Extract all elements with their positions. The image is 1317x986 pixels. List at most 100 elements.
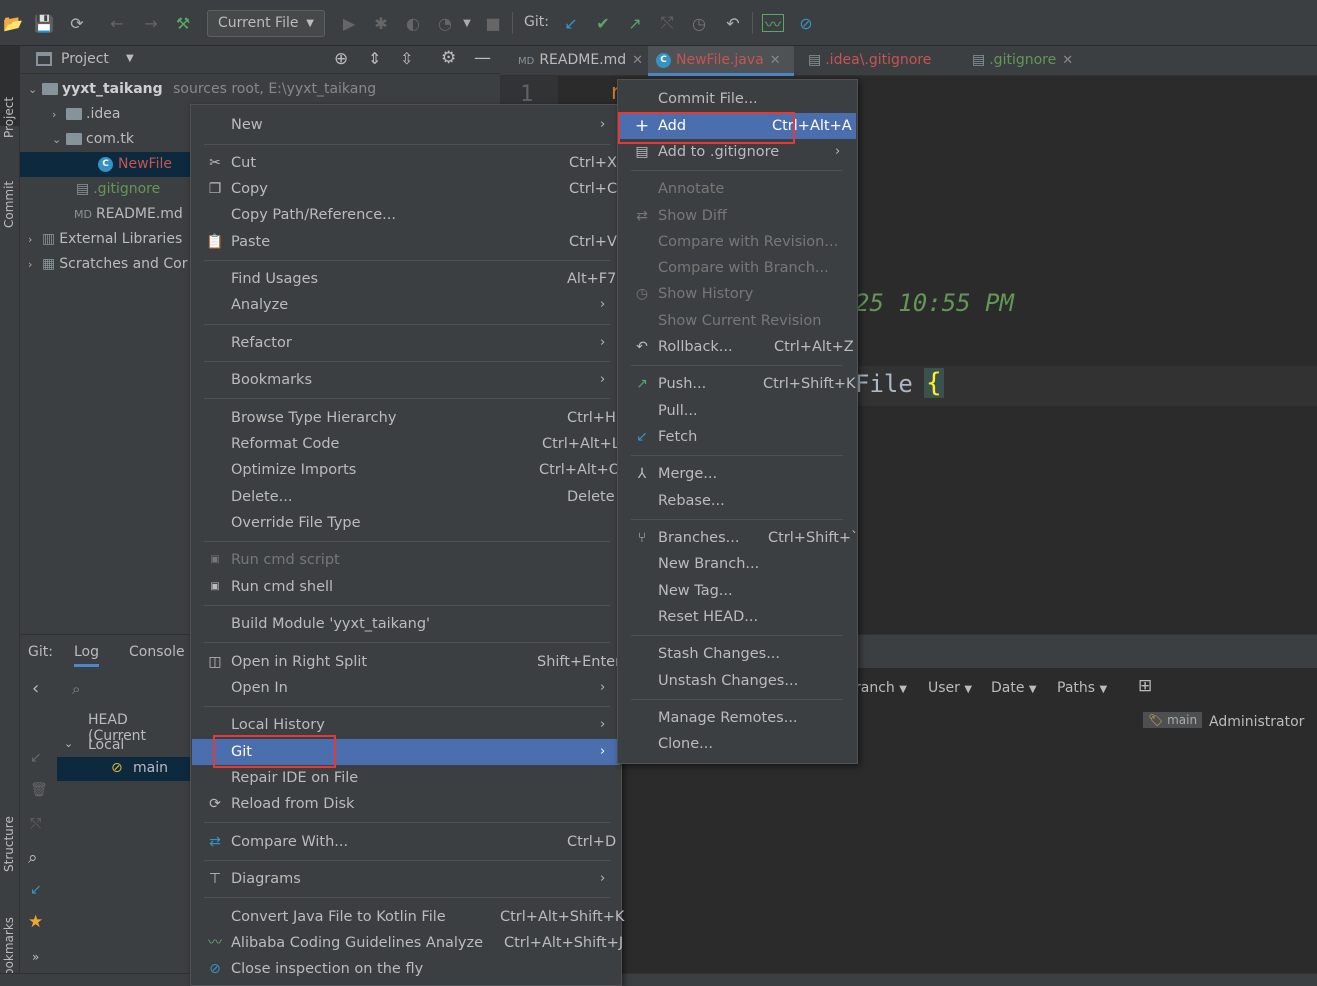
update-icon[interactable]: ↙ [30,750,42,766]
git-item-push[interactable]: ↗ Push... Ctrl+Shift+K [619,371,856,397]
menu-item-run-cmd-shell[interactable]: ▣ Run cmd shell [192,574,620,600]
locate-target-icon[interactable]: ⊕ [334,49,348,69]
tab-console[interactable]: Console [129,644,185,660]
git-item-unstash-changes[interactable]: Unstash Changes... [619,668,856,694]
menu-item-override-file-type[interactable]: Override File Type [192,510,620,536]
menu-item-reload-from-disk[interactable]: ⟳ Reload from Disk [192,791,620,817]
git-item-fetch[interactable]: ↙ Fetch [619,424,856,450]
git-commit-check-icon[interactable]: ✔ [592,12,614,34]
more-icon[interactable]: » [32,950,39,964]
menu-item-convert-to-kotlin[interactable]: Convert Java File to Kotlin File Ctrl+Alt… [192,904,624,930]
stop-icon[interactable]: ■ [482,12,504,34]
menu-item-git[interactable]: Git › [192,739,620,765]
git-rollback-icon[interactable]: ↶ [722,12,744,34]
menu-item-copy-path[interactable]: Copy Path/Reference... [192,202,620,228]
tab-newfile[interactable]: C NewFile.java ✕ [648,46,794,76]
collapse-all-icon[interactable]: ⇳ [400,49,413,68]
git-item-rollback[interactable]: ↶ Rollback... Ctrl+Alt+Z [619,334,856,360]
tab-readme[interactable]: MD README.md ✕ [510,46,643,76]
search-icon[interactable]: ⌕ [28,848,38,868]
commit-tool-button[interactable]: Commit [2,181,16,228]
tree-node-gitignore[interactable]: ▤ .gitignore [76,177,160,202]
new-tab-icon[interactable]: ⊞ [1138,676,1152,696]
minimize-icon[interactable]: — [474,48,491,68]
git-item-commit-file[interactable]: Commit File... [619,86,856,112]
menu-item-new[interactable]: New › [192,112,620,138]
profile-icon[interactable]: ◔ [434,12,456,34]
menu-item-alibaba-analyze[interactable]: 〰 Alibaba Coding Guidelines Analyze Ctrl+A… [192,930,623,956]
menu-item-cut[interactable]: ✂ Cut Ctrl+X [192,150,620,176]
save-icon[interactable]: 💾 [33,12,55,34]
git-item-pull[interactable]: Pull... [619,398,856,424]
alibaba-analyze-icon[interactable]: 〰 [762,14,784,34]
chevron-left-icon[interactable]: ‹ [32,678,39,699]
filter-branch-dropdown[interactable]: ranch ▼ [855,680,907,696]
run-icon[interactable]: ▶ [338,12,360,34]
menu-item-find-usages[interactable]: Find Usages Alt+F7 [192,266,620,292]
menu-item-paste[interactable]: 📋 Paste Ctrl+V [192,229,620,255]
menu-item-diagrams[interactable]: ⊤ Diagrams › [192,866,620,892]
close-icon[interactable]: ✕ [1062,53,1073,68]
git-item-add[interactable]: + Add Ctrl+Alt+A [619,113,856,139]
filter-user-dropdown[interactable]: User ▼ [928,680,972,696]
git-update-icon[interactable]: ↙ [560,12,582,34]
forward-arrow-icon[interactable]: → [140,12,162,34]
filter-date-dropdown[interactable]: Date ▼ [991,680,1037,696]
delete-icon[interactable]: 🗑 [30,782,48,798]
menu-item-open-right-split[interactable]: ◫ Open in Right Split Shift+Enter [192,649,621,675]
tab-idea-gitignore[interactable]: ▤ .idea\.gitignore [800,46,931,76]
tree-node-project-root[interactable]: ⌄ yyxt_taikang sources root, E:\yyxt_taik… [28,77,376,102]
git-item-manage-remotes[interactable]: Manage Remotes... [619,705,856,731]
git-item-new-tag[interactable]: New Tag... [619,578,856,604]
git-item-merge[interactable]: ⅄ Merge... [619,461,856,487]
fetch-icon[interactable]: ↙ [30,882,42,898]
close-inspection-icon[interactable]: ⊘ [795,12,817,34]
menu-item-copy[interactable]: ❐ Copy Ctrl+C [192,176,620,202]
tree-node-idea[interactable]: › .idea [52,102,120,127]
close-icon[interactable]: ✕ [770,53,781,68]
menu-item-close-inspection[interactable]: ⊘ Close inspection on the fly [192,956,620,982]
tree-node-package[interactable]: ⌄ com.tk [52,127,134,152]
build-hammer-icon[interactable]: ⚒ [172,12,194,34]
run-configuration-select[interactable]: Current File ▼ [207,10,325,37]
git-history-clock-icon[interactable]: ◷ [688,12,710,34]
tree-node-readme[interactable]: MD README.md [74,202,183,227]
search-icon[interactable]: ⌕ [72,680,80,698]
git-merge-icon[interactable]: ⤲ [656,12,678,34]
git-item-branches[interactable]: ⑂ Branches... Ctrl+Shift+` [619,525,859,551]
sync-icon[interactable]: ⟳ [66,12,88,34]
menu-item-delete[interactable]: Delete... Delete [192,484,620,510]
close-icon[interactable]: ✕ [632,53,643,68]
open-folder-icon[interactable]: 📂 [2,12,24,34]
coverage-icon[interactable]: ◐ [402,12,424,34]
tab-log[interactable]: Log [74,644,100,667]
back-arrow-icon[interactable]: ← [106,12,128,34]
branch-group-local[interactable]: Local [88,737,124,753]
tree-node-external-libraries[interactable]: › ▥ External Libraries [28,227,182,252]
git-item-stash-changes[interactable]: Stash Changes... [619,641,856,667]
chevron-down-icon[interactable]: ▼ [126,53,134,64]
menu-item-bookmarks[interactable]: Bookmarks › [192,367,620,393]
git-item-rebase[interactable]: Rebase... [619,488,856,514]
more-run-chevron-icon[interactable]: ▼ [456,12,478,34]
menu-item-open-in[interactable]: Open In › [192,675,620,701]
menu-item-analyze[interactable]: Analyze › [192,292,620,318]
menu-item-optimize-imports[interactable]: Optimize Imports Ctrl+Alt+O [192,457,620,483]
branch-main-row[interactable]: ⊘ main [57,757,190,781]
menu-item-local-history[interactable]: Local History › [192,712,620,738]
tab-gitignore[interactable]: ▤ .gitignore ✕ [964,46,1073,76]
project-panel-title[interactable]: Project [61,51,109,67]
star-icon[interactable]: ★ [28,912,43,932]
git-item-new-branch[interactable]: New Branch... [619,551,856,577]
tree-node-newfile[interactable]: C NewFile [20,152,190,177]
merge-icon[interactable]: ⤲ [30,816,41,832]
menu-item-build-module[interactable]: Build Module 'yyxt_taikang' [192,611,620,637]
git-push-icon[interactable]: ↗ [624,12,646,34]
debug-icon[interactable]: ✱ [370,12,392,34]
git-item-reset-head[interactable]: Reset HEAD... [619,604,856,630]
git-item-clone[interactable]: Clone... [619,731,856,757]
menu-item-compare-with[interactable]: ⇄ Compare With... Ctrl+D [192,829,620,855]
structure-tool-button[interactable]: Structure [2,816,16,872]
tree-node-scratches[interactable]: › ▦ Scratches and Cor [28,252,187,277]
filter-paths-dropdown[interactable]: Paths ▼ [1057,680,1107,696]
